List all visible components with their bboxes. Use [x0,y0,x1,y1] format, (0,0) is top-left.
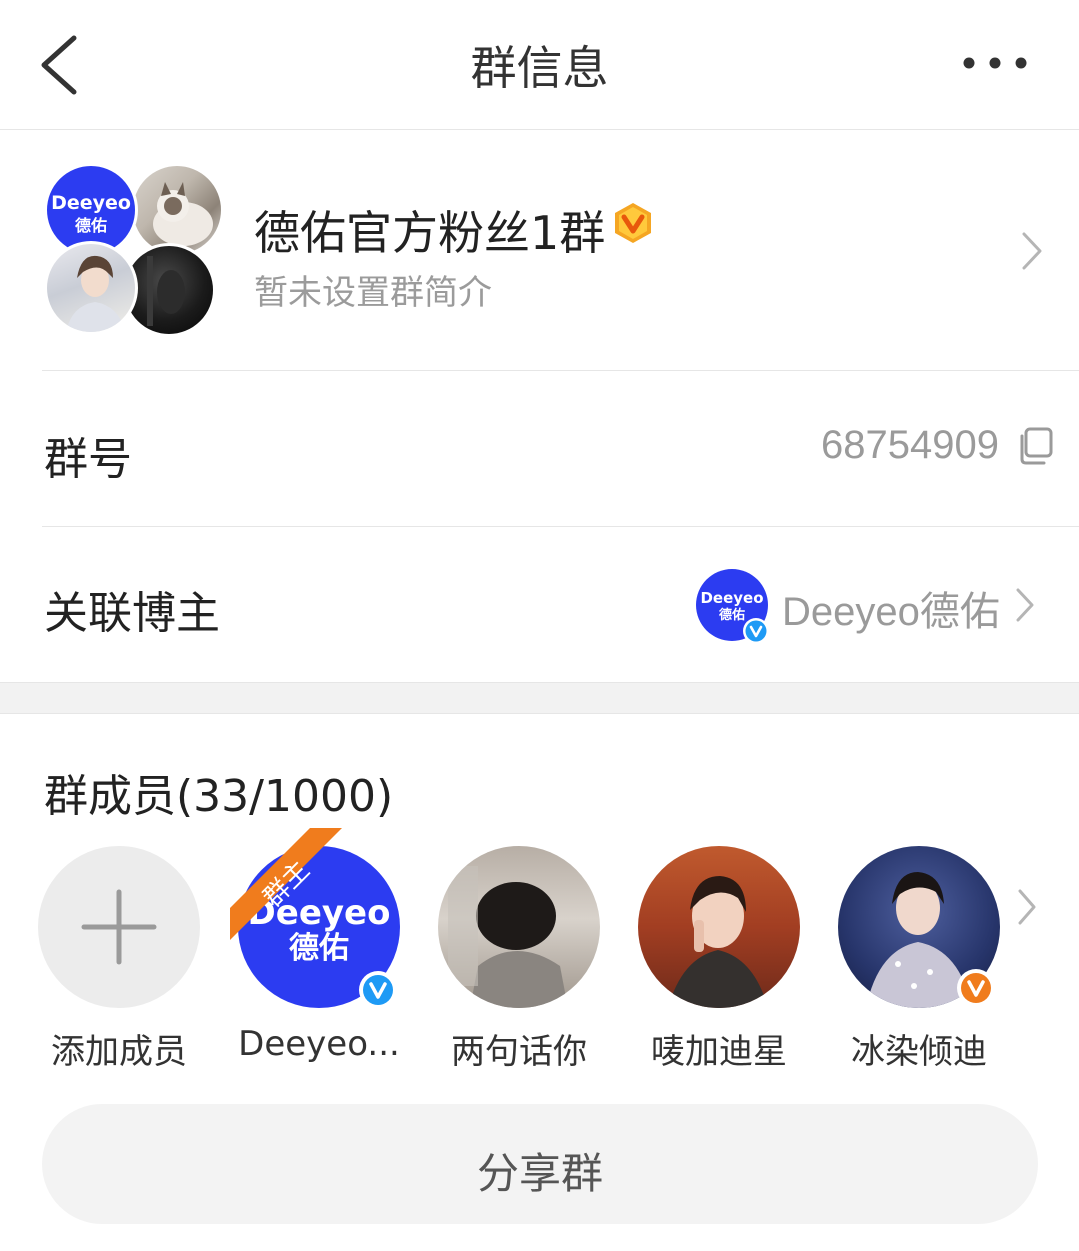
member-name: 添加成员 [51,1032,187,1072]
member-item[interactable]: 冰染倾迪 [834,846,1004,1076]
chevron-right-icon [1016,588,1034,622]
more-dots-icon[interactable] [963,48,1033,78]
members-title[interactable]: 群成员(33/1000) [44,760,393,824]
verified-orange-icon [957,969,995,1007]
group-name: 德佑官方粉丝1群 [254,206,606,260]
member-item-owner[interactable]: Deeyeo 德佑 群主 Deeyeo... [230,828,404,1076]
verified-blue-icon [743,618,769,644]
page-title: 群信息 [470,41,609,95]
group-number-label: 群号 [44,434,132,485]
group-description: 暂未设置群简介 [254,273,492,313]
linked-blogger-row[interactable]: 关联博主 Deeyeo 德佑 Deeyeo德佑 [0,527,1079,682]
copy-icon[interactable] [1017,427,1053,465]
member-name: 两句话你 [451,1032,587,1072]
member-avatar [438,846,600,1008]
add-avatar [38,846,200,1008]
member-item[interactable]: 两句话你 [434,846,604,1076]
section-separator [0,682,1079,714]
group-profile-card[interactable]: Deeyeo 德佑 德佑官方粉丝1群 暂未设置群简介 [0,131,1079,371]
member-name: 冰染倾迪 [851,1032,987,1072]
member-avatar-woman [44,241,138,335]
chevron-right-icon[interactable] [1017,888,1037,926]
share-group-button[interactable]: 分享群 [42,1104,1038,1224]
plus-icon [81,889,157,965]
chevron-right-icon [1022,232,1042,270]
linked-blogger-label: 关联博主 [44,588,220,639]
member-name: Deeyeo... [238,1024,400,1064]
member-item[interactable]: 唛加迪星 [634,846,804,1076]
blogger-name: Deeyeo德佑 [782,590,1000,634]
member-avatar [638,846,800,1008]
add-member-button[interactable]: 添加成员 [34,846,204,1076]
share-label: 分享群 [476,1149,603,1198]
verified-blue-icon [359,971,397,1009]
group-avatar-collage: Deeyeo 德佑 [44,163,224,339]
member-name: 唛加迪星 [651,1032,787,1072]
top-bar: 群信息 [0,0,1079,130]
group-number-value: 68754909 [821,423,999,467]
group-number-row: 群号 68754909 [0,371,1079,526]
vip-v-badge-icon [615,203,651,243]
